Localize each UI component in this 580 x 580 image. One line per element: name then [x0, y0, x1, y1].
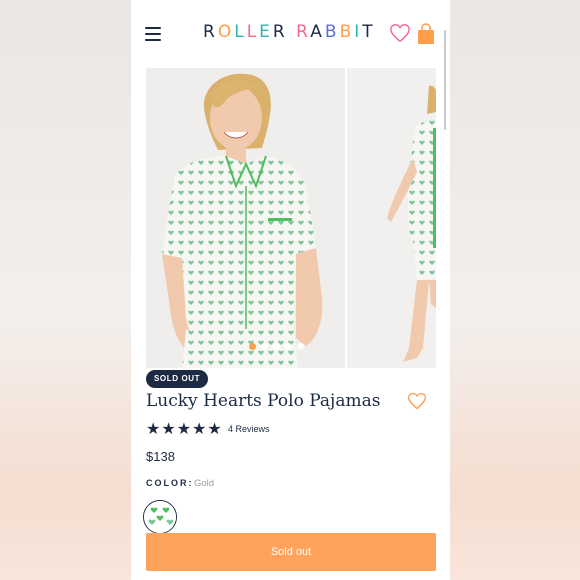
- star-icon: ★: [207, 419, 222, 438]
- product-price: $138: [146, 449, 175, 464]
- logo-letter: O: [217, 22, 235, 42]
- sold-out-button[interactable]: Sold out: [146, 533, 436, 571]
- site-header: ROLLER RABBIT: [131, 0, 450, 130]
- brand-logo[interactable]: ROLLER RABBIT: [203, 22, 376, 46]
- shopping-bag-icon[interactable]: [416, 22, 436, 46]
- gallery-dot[interactable]: [285, 343, 292, 350]
- wishlist-heart-icon[interactable]: [407, 391, 427, 411]
- gallery-dots[interactable]: [249, 343, 304, 350]
- star-icon: ★: [146, 419, 161, 438]
- heart-icon[interactable]: [389, 22, 411, 44]
- product-image-side[interactable]: [347, 68, 436, 368]
- background-left: [0, 0, 131, 580]
- gallery-dot[interactable]: [297, 343, 304, 350]
- gallery-dot[interactable]: [261, 343, 268, 350]
- logo-letter: B: [324, 22, 340, 42]
- logo-letter: R: [203, 22, 218, 42]
- background-right: [450, 0, 580, 580]
- gallery-dot[interactable]: [273, 343, 280, 350]
- scrollbar[interactable]: [444, 30, 446, 130]
- logo-letter: T: [362, 22, 376, 42]
- color-label: COLOR:: [146, 478, 194, 488]
- gallery-dot[interactable]: [249, 343, 256, 350]
- phone-screen: ROLLER RABBIT SOLD OUT Lucky Hearts Polo…: [131, 0, 450, 580]
- star-icon: ★: [192, 419, 207, 438]
- rating-stars[interactable]: ★ ★ ★ ★ ★: [146, 421, 222, 437]
- sold-out-badge: SOLD OUT: [146, 370, 209, 388]
- reviews-link[interactable]: 4 Reviews: [228, 424, 270, 434]
- product-gallery[interactable]: [146, 68, 436, 368]
- logo-letter: L: [246, 22, 260, 42]
- product-title: Lucky Hearts Polo Pajamas: [146, 391, 381, 411]
- logo-letter: E: [259, 22, 273, 42]
- logo-letter: A: [310, 22, 325, 42]
- color-swatch-gold[interactable]: [143, 500, 177, 534]
- star-icon: ★: [176, 419, 192, 438]
- logo-letter: L: [234, 22, 247, 42]
- logo-letter: R: [272, 22, 288, 42]
- logo-letter: B: [339, 22, 355, 42]
- menu-icon[interactable]: [145, 27, 161, 41]
- logo-letter: R: [296, 22, 311, 42]
- color-value: Gold: [194, 478, 215, 489]
- logo-letter: [288, 22, 296, 42]
- star-icon: ★: [161, 419, 176, 438]
- product-image-front[interactable]: [146, 68, 345, 368]
